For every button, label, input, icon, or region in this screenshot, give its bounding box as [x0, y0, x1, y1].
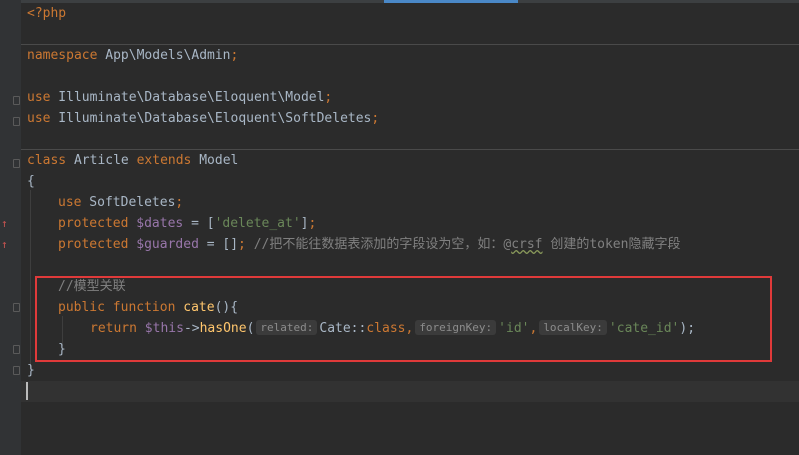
code-line-8[interactable]: class Article extends Model	[27, 150, 238, 171]
fold-marker-icon[interactable]	[13, 159, 20, 168]
semicolon: ;	[308, 216, 317, 231]
keyword: namespace	[27, 48, 98, 63]
fold-marker-icon[interactable]	[13, 303, 20, 312]
import-path: Illuminate\Database\Eloquent\SoftDeletes	[50, 111, 372, 126]
text-caret	[26, 382, 28, 400]
keyword: use	[58, 195, 82, 210]
keyword: use	[27, 90, 51, 105]
fold-marker-icon[interactable]	[13, 345, 20, 354]
semicolon: ;	[175, 195, 184, 210]
import-path: Illuminate\Database\Eloquent\Model	[50, 90, 325, 105]
keyword: protected	[58, 237, 129, 252]
operator: = []	[198, 237, 239, 252]
variable: $dates	[128, 216, 184, 231]
code-line-11[interactable]: protected $dates = ['delete_at'];	[58, 213, 316, 234]
override-marker-icon[interactable]: ↑	[1, 218, 8, 230]
code-line-18[interactable]: }	[27, 360, 35, 381]
code-line-1[interactable]: <?php	[27, 3, 66, 24]
override-marker-icon[interactable]: ↑	[1, 239, 8, 251]
keyword: protected	[58, 216, 129, 231]
trait-name: SoftDeletes	[81, 195, 176, 210]
variable: $guarded	[128, 237, 199, 252]
keyword: class	[27, 153, 67, 168]
parent-class: Model	[191, 153, 239, 168]
keyword: extends	[136, 153, 192, 168]
code-editor[interactable]: ↑ ↑ <?php namespace App\Models\Admin; us…	[0, 0, 799, 455]
semicolon: ;	[238, 237, 246, 252]
namespace-path: App\Models\Admin	[97, 48, 231, 63]
brace: {	[27, 174, 35, 189]
semicolon: ;	[230, 48, 239, 63]
fold-marker-icon[interactable]	[13, 366, 20, 375]
keyword: use	[27, 111, 51, 126]
indent-guide	[30, 190, 31, 370]
comment: //把不能往数据表添加的字段设为空，如：@	[245, 237, 512, 252]
php-open-tag: <?php	[27, 6, 67, 21]
fold-marker-icon[interactable]	[13, 96, 20, 105]
string-literal: 'delete_at'	[214, 216, 301, 231]
code-line-10[interactable]: use SoftDeletes;	[58, 192, 183, 213]
annotation-highlight-box	[35, 276, 772, 362]
code-line-6[interactable]: use Illuminate\Database\Eloquent\SoftDel…	[27, 108, 379, 129]
operator: = [	[183, 216, 215, 231]
code-line-3[interactable]: namespace App\Models\Admin;	[27, 45, 238, 66]
code-line-12[interactable]: protected $guarded = []; //把不能往数据表添加的字段设…	[58, 234, 680, 255]
semicolon: ;	[371, 111, 380, 126]
code-line-9[interactable]: {	[27, 171, 35, 192]
brace: }	[27, 363, 35, 378]
fold-marker-icon[interactable]	[13, 117, 20, 126]
current-line-highlight	[21, 381, 799, 402]
code-line-5[interactable]: use Illuminate\Database\Eloquent\Model;	[27, 87, 332, 108]
comment: 创建的token隐藏字段	[542, 237, 681, 252]
class-name: Article	[66, 153, 137, 168]
semicolon: ;	[324, 90, 333, 105]
spellcheck-word: crsf	[511, 237, 543, 252]
active-tab-indicator[interactable]	[384, 0, 518, 3]
